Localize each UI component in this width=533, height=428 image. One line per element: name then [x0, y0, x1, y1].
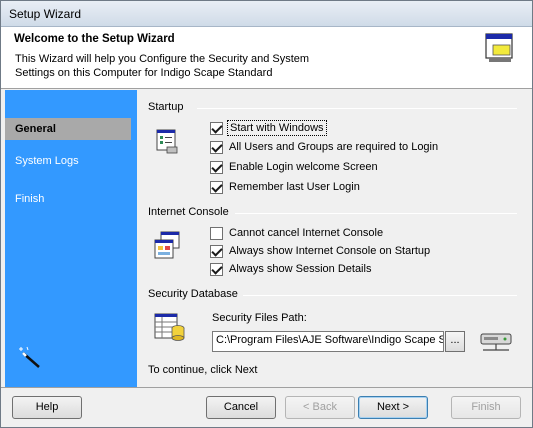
back-button[interactable]: < Back — [285, 396, 355, 419]
window-setup-icon — [485, 33, 513, 62]
header-title: Welcome to the Setup Wizard — [14, 33, 175, 45]
console-windows-icon — [154, 231, 180, 259]
checkbox-label: Start with Windows — [227, 120, 327, 136]
checkbox-box[interactable] — [210, 160, 223, 174]
browse-button[interactable]: ... — [445, 331, 465, 352]
cancel-button[interactable]: Cancel — [206, 396, 276, 419]
checkbox-box[interactable] — [210, 140, 223, 154]
show-console-startup-checkbox[interactable]: Always show Internet Console on Startup — [210, 243, 430, 259]
startup-group-title: Startup — [148, 101, 184, 113]
group-divider — [243, 295, 517, 296]
checkbox-label: Always show Session Details — [229, 263, 372, 275]
window-title: Setup Wizard — [9, 7, 82, 21]
group-divider — [235, 213, 517, 214]
checkbox-label: Remember last User Login — [229, 181, 360, 193]
startup-settings-icon — [156, 129, 178, 154]
database-icon — [154, 313, 185, 341]
users-groups-login-checkbox[interactable]: All Users and Groups are required to Log… — [210, 139, 438, 155]
login-welcome-screen-checkbox[interactable]: Enable Login welcome Screen — [210, 159, 378, 175]
group-divider — [197, 108, 517, 109]
checkbox-box[interactable] — [210, 121, 223, 135]
magic-wand-icon — [19, 346, 40, 368]
finish-button[interactable]: Finish — [451, 396, 521, 419]
security-files-path-input[interactable]: C:\Program Files\AJE Software\Indigo Sca… — [212, 331, 444, 352]
sidebar-item-system-logs[interactable]: System Logs — [5, 150, 137, 172]
checkbox-label: Cannot cancel Internet Console — [229, 227, 384, 239]
checkbox-box[interactable] — [210, 226, 223, 240]
checkbox-label: Enable Login welcome Screen — [229, 161, 378, 173]
cannot-cancel-console-checkbox[interactable]: Cannot cancel Internet Console — [210, 225, 383, 241]
checkbox-box[interactable] — [210, 180, 223, 194]
internet-console-group-title: Internet Console — [148, 206, 229, 218]
wizard-header: Welcome to the Setup Wizard This Wizard … — [1, 27, 532, 89]
checkbox-label: Always show Internet Console on Startup — [229, 245, 431, 257]
security-database-group-title: Security Database — [148, 288, 238, 300]
remember-last-user-checkbox[interactable]: Remember last User Login — [210, 179, 360, 195]
show-session-details-checkbox[interactable]: Always show Session Details — [210, 261, 371, 277]
footer-divider — [1, 387, 532, 388]
general-settings-panel: Startup Start with Windows All Users and… — [137, 90, 532, 387]
wizard-sidebar: General System Logs Finish — [5, 90, 137, 387]
network-drive-icon — [480, 333, 512, 351]
checkbox-box[interactable] — [210, 262, 223, 276]
sidebar-item-general[interactable]: General — [5, 118, 131, 140]
header-description: This Wizard will help you Configure the … — [15, 53, 310, 79]
setup-wizard-window: Setup Wizard Welcome to the Setup Wizard… — [0, 0, 533, 428]
checkbox-label: All Users and Groups are required to Log… — [229, 141, 439, 153]
title-bar[interactable]: Setup Wizard — [1, 1, 532, 27]
security-files-path-label: Security Files Path: — [212, 312, 307, 324]
help-button[interactable]: Help — [12, 396, 82, 419]
start-with-windows-checkbox[interactable]: Start with Windows — [210, 120, 327, 136]
sidebar-item-finish[interactable]: Finish — [5, 188, 137, 210]
continue-instruction: To continue, click Next — [148, 364, 258, 376]
checkbox-box[interactable] — [210, 244, 223, 258]
next-button[interactable]: Next > — [358, 396, 428, 419]
